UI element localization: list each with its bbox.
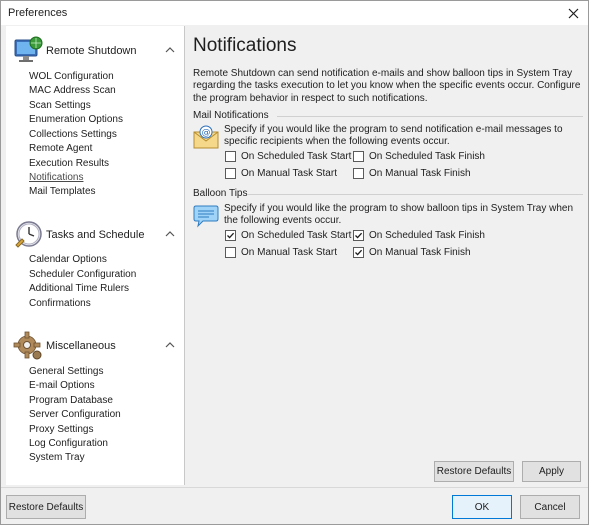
sidebar-item-proxy-settings[interactable]: Proxy Settings — [29, 424, 93, 438]
section-label: Tasks and Schedule — [46, 229, 145, 241]
balloon-group-divider — [247, 194, 583, 195]
mail-at-icon: @ — [193, 125, 219, 149]
section-header-remote-shutdown[interactable]: Remote Shutdown — [6, 31, 184, 71]
main-panel: Notifications Remote Shutdown can send n… — [185, 26, 587, 485]
apply-button[interactable]: Apply — [522, 461, 581, 482]
sidebar-item-email-options[interactable]: E-mail Options — [29, 380, 95, 394]
cancel-button[interactable]: Cancel — [520, 495, 580, 519]
checkbox-label: On Manual Task Finish — [369, 246, 471, 258]
mail-notifications-description: Specify if you would like the program to… — [224, 124, 563, 148]
sidebar-item-notifications[interactable]: Notifications — [29, 172, 83, 186]
section-header-miscellaneous[interactable]: Miscellaneous — [6, 326, 184, 366]
section-label: Miscellaneous — [46, 340, 116, 352]
page-title: Notifications — [193, 35, 297, 56]
checkbox-label: On Scheduled Task Start — [241, 150, 352, 162]
checkbox-label: On Manual Task Finish — [369, 167, 471, 179]
sidebar-item-log-configuration[interactable]: Log Configuration — [29, 438, 108, 452]
clock-icon — [15, 221, 42, 248]
sidebar-item-calendar-options[interactable]: Calendar Options — [29, 254, 107, 268]
sidebar-item-additional-time-rulers[interactable]: Additional Time Rulers — [29, 283, 129, 297]
checkbox-box — [353, 150, 364, 162]
mail-on-manual-task-finish-checkbox[interactable]: On Manual Task Finish — [353, 166, 471, 180]
monitor-globe-icon — [14, 36, 43, 62]
checkbox-label: On Scheduled Task Finish — [369, 150, 485, 162]
checkbox-box — [225, 150, 236, 162]
sidebar-item-collections-settings[interactable]: Collections Settings — [29, 129, 117, 143]
checkbox-box — [353, 246, 364, 258]
chevron-up-icon[interactable] — [164, 339, 176, 351]
checkbox-box — [225, 246, 236, 258]
balloon-on-manual-task-finish-checkbox[interactable]: On Manual Task Finish — [353, 245, 471, 259]
page-description: Remote Shutdown can send notification e-… — [193, 68, 581, 104]
mail-on-manual-task-start-checkbox[interactable]: On Manual Task Start — [225, 166, 337, 180]
sidebar-item-system-tray[interactable]: System Tray — [29, 452, 85, 466]
balloon-on-manual-task-start-checkbox[interactable]: On Manual Task Start — [225, 245, 337, 259]
sidebar: Remote Shutdown WOL Configuration MAC Ad… — [6, 26, 185, 485]
mail-on-scheduled-task-finish-checkbox[interactable]: On Scheduled Task Finish — [353, 149, 485, 163]
checkbox-box — [225, 229, 236, 241]
restore-defaults-button[interactable]: Restore Defaults — [6, 495, 86, 519]
close-button[interactable] — [558, 1, 588, 25]
preferences-window: Preferences Remote Shutdown WOL Configur… — [0, 0, 589, 525]
mail-notifications-label: Mail Notifications — [193, 110, 269, 121]
section-label: Remote Shutdown — [46, 45, 137, 57]
window-title: Preferences — [8, 7, 68, 19]
svg-text:@: @ — [202, 128, 211, 138]
checkmark-icon — [227, 232, 235, 239]
mail-group-divider — [277, 116, 583, 117]
restore-defaults-page-button[interactable]: Restore Defaults — [434, 461, 514, 482]
sidebar-item-execution-results[interactable]: Execution Results — [29, 158, 109, 172]
footer-divider — [1, 487, 588, 488]
checkbox-box — [353, 167, 364, 179]
checkbox-box — [353, 229, 364, 241]
sidebar-item-server-configuration[interactable]: Server Configuration — [29, 409, 121, 423]
sidebar-item-scheduler-configuration[interactable]: Scheduler Configuration — [29, 269, 136, 283]
mail-on-scheduled-task-start-checkbox[interactable]: On Scheduled Task Start — [225, 149, 351, 163]
sidebar-item-mac-address-scan[interactable]: MAC Address Scan — [29, 85, 116, 99]
checkbox-label: On Scheduled Task Start — [241, 229, 352, 241]
section-header-tasks-and-schedule[interactable]: Tasks and Schedule — [6, 215, 184, 255]
sidebar-item-confirmations[interactable]: Confirmations — [29, 298, 91, 312]
balloon-tips-description: Specify if you would like the program to… — [224, 203, 574, 227]
checkmark-icon — [355, 232, 363, 239]
sidebar-item-scan-settings[interactable]: Scan Settings — [29, 100, 91, 114]
balloon-tips-label: Balloon Tips — [193, 188, 248, 199]
checkbox-label: On Manual Task Start — [241, 167, 337, 179]
ok-button[interactable]: OK — [452, 495, 512, 519]
sidebar-item-mail-templates[interactable]: Mail Templates — [29, 186, 96, 200]
chevron-up-icon[interactable] — [164, 44, 176, 56]
chevron-up-icon[interactable] — [164, 228, 176, 240]
sidebar-item-remote-agent[interactable]: Remote Agent — [29, 143, 92, 157]
balloon-on-scheduled-task-finish-checkbox[interactable]: On Scheduled Task Finish — [353, 228, 485, 242]
speech-bubble-icon — [193, 205, 219, 228]
checkbox-label: On Scheduled Task Finish — [369, 229, 485, 241]
gear-icon — [13, 331, 42, 360]
sidebar-item-general-settings[interactable]: General Settings — [29, 366, 104, 380]
checkbox-label: On Manual Task Start — [241, 246, 337, 258]
sidebar-item-enumeration-options[interactable]: Enumeration Options — [29, 114, 123, 128]
sidebar-item-program-database[interactable]: Program Database — [29, 395, 113, 409]
checkmark-icon — [355, 249, 363, 256]
balloon-on-scheduled-task-start-checkbox[interactable]: On Scheduled Task Start — [225, 228, 351, 242]
close-icon — [568, 8, 578, 18]
checkbox-box — [225, 167, 236, 179]
title-bar: Preferences — [1, 1, 588, 25]
sidebar-item-wol-configuration[interactable]: WOL Configuration — [29, 71, 114, 85]
